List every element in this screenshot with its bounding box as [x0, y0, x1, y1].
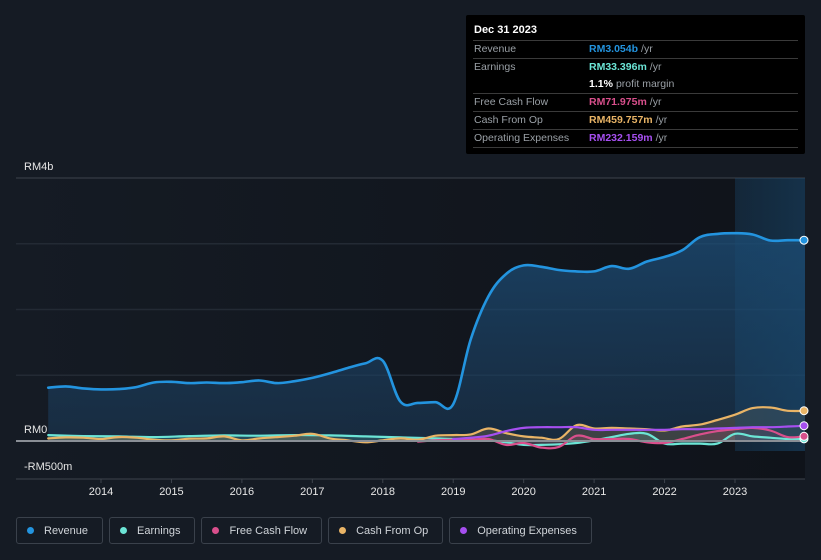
y-tick-label: RM4b — [24, 161, 53, 173]
tooltip-row-cash-from-op: Cash From Op RM459.757m/yr — [473, 112, 798, 130]
legend-item-operating-expenses[interactable]: Operating Expenses — [449, 517, 592, 544]
tooltip-unit: /yr — [655, 114, 668, 126]
legend-dot-icon — [339, 527, 347, 534]
tooltip-unit: /yr — [649, 61, 662, 73]
x-tick-label: 2022 — [652, 486, 676, 498]
tooltip-row-revenue: Revenue RM3.054b/yr — [473, 41, 798, 59]
legend: Revenue Earnings Free Cash Flow Cash From O… — [16, 517, 592, 544]
legend-dot-icon — [460, 527, 468, 534]
x-tick-label: 2014 — [89, 486, 113, 498]
legend-label: Earnings — [137, 524, 181, 537]
tooltip-row-operating-expenses: Operating Expenses RM232.159m/yr — [473, 130, 798, 148]
y-tick-label: RM0 — [24, 424, 47, 436]
tooltip-label: Revenue — [474, 43, 517, 55]
tooltip-value: RM71.975m — [589, 96, 647, 108]
tooltip-label: Earnings — [474, 61, 516, 73]
legend-item-earnings[interactable]: Earnings — [109, 517, 196, 544]
tooltip-label: Cash From Op — [474, 114, 543, 126]
legend-item-cash-from-op[interactable]: Cash From Op — [328, 517, 444, 544]
tooltip-value: 1.1% — [589, 78, 613, 90]
x-tick-label: 2018 — [371, 486, 395, 498]
legend-label: Revenue — [44, 524, 89, 537]
tooltip-label: Free Cash Flow — [474, 96, 549, 108]
legend-dot-icon — [27, 527, 34, 534]
x-tick-label: 2016 — [230, 486, 254, 498]
tooltip-label: Operating Expenses — [474, 132, 570, 144]
x-tick-label: 2017 — [300, 486, 324, 498]
x-tick-label: 2015 — [159, 486, 183, 498]
x-tick-label: 2020 — [511, 486, 535, 498]
endpoint-operating-expenses — [799, 421, 809, 431]
legend-label: Free Cash Flow — [229, 524, 308, 537]
tooltip-value: RM232.159m — [589, 132, 653, 144]
tooltip-unit: profit margin — [615, 78, 675, 90]
tooltip-unit: /yr — [649, 96, 662, 108]
legend-item-free-cash-flow[interactable]: Free Cash Flow — [201, 517, 323, 544]
legend-dot-icon — [120, 527, 128, 534]
legend-label: Operating Expenses — [477, 524, 577, 537]
x-tick-label: 2019 — [441, 486, 465, 498]
legend-item-revenue[interactable]: Revenue — [16, 517, 104, 544]
x-tick-label: 2023 — [723, 486, 747, 498]
tooltip-unit: /yr — [655, 132, 668, 144]
tooltip-panel: Dec 31 2023 Revenue RM3.054b/yr Earnings RM… — [466, 15, 805, 154]
endpoint-free-cash-flow — [799, 431, 809, 441]
endpoint-cash-from-op — [799, 406, 809, 416]
tooltip-label — [473, 76, 589, 93]
legend-label: Cash From Op — [356, 524, 429, 537]
tooltip-value: RM33.396m — [589, 61, 647, 73]
tooltip-unit: /yr — [641, 43, 653, 55]
tooltip-date: Dec 31 2023 — [473, 15, 798, 41]
y-tick-label: -RM500m — [24, 461, 72, 473]
tooltip-value: RM3.054b — [589, 43, 639, 55]
tooltip-row-profit-margin: 1.1% profit margin — [473, 76, 798, 94]
tooltip-value: RM459.757m — [589, 114, 653, 126]
tooltip-row-free-cash-flow: Free Cash Flow RM71.975m/yr — [473, 94, 798, 112]
legend-dot-icon — [212, 527, 220, 534]
endpoint-revenue — [799, 235, 809, 245]
tooltip-row-earnings: Earnings RM33.396m/yr — [473, 59, 798, 76]
x-tick-label: 2021 — [582, 486, 606, 498]
